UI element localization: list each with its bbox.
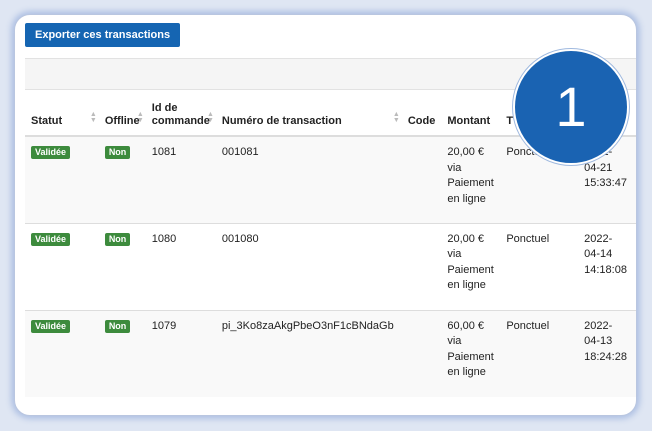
sort-icon: ▲ ▼ <box>392 111 400 124</box>
amount-value: 20,00 € <box>447 232 485 245</box>
order-id: 1081 <box>145 135 216 223</box>
column-header-code[interactable]: Code <box>401 91 442 137</box>
date-year: 2022- <box>584 232 613 245</box>
step-number-badge: 1 <box>513 49 629 165</box>
status-badge: Validée <box>31 319 71 333</box>
column-label-commande: commande <box>151 115 210 127</box>
transaction-number: 001080 <box>215 222 402 310</box>
amount-method-1: Paiement <box>447 177 494 189</box>
transaction-type: Ponctuel <box>500 309 579 397</box>
date-day: 04-14 <box>584 248 613 260</box>
transaction-type: Ponctuel <box>500 222 579 310</box>
export-transactions-button[interactable]: Exporter ces transactions <box>25 23 181 47</box>
column-label-statut: Statut <box>31 115 63 127</box>
offline-badge: Non <box>104 232 131 246</box>
amount-value: 60,00 € <box>447 319 485 332</box>
amount: 20,00 € via Paiement en ligne <box>441 135 501 223</box>
date-time: 18:24:28 <box>584 350 627 363</box>
transaction-code <box>401 222 442 310</box>
column-label-id-de: Id de <box>151 102 178 114</box>
amount-method-1: Paiement <box>447 263 494 276</box>
column-label-offline: Offline <box>104 115 140 127</box>
sort-icon: ▲ ▼ <box>89 111 97 124</box>
transaction-number: 001081 <box>215 135 402 223</box>
amount-value: 20,00 € <box>447 146 485 158</box>
offline-badge: Non <box>104 146 131 159</box>
date-year: 2022- <box>584 319 613 332</box>
column-header-montant[interactable]: Montant <box>441 91 501 137</box>
table-row: Validée Non 1080 001080 20,00 € via Paie… <box>25 222 636 310</box>
transaction-date: 2022- 04-14 14:18:08 <box>578 222 636 310</box>
date-time: 15:33:47 <box>584 177 627 189</box>
amount-method-2: en ligne <box>447 279 486 291</box>
transaction-date: 2022- 04-13 18:24:28 <box>578 309 636 397</box>
column-label-type-partial: T <box>506 115 514 127</box>
column-header-offline[interactable]: Offline ▲ ▼ <box>98 91 146 137</box>
date-day: 04-21 <box>584 161 613 174</box>
column-label-code: Code <box>407 115 436 127</box>
amount-method-2: en ligne <box>447 366 486 378</box>
transaction-code <box>401 309 442 397</box>
table-row: Validée Non 1079 pi_3Ko8zaAkgPbeO3nF1cBN… <box>25 309 636 397</box>
order-id: 1079 <box>145 309 216 397</box>
amount-method-1: Paiement <box>447 350 494 363</box>
column-label-montant: Montant <box>447 115 491 127</box>
amount-via: via <box>447 248 462 260</box>
status-badge: Validée <box>31 232 71 246</box>
transactions-card: Exporter ces transactions Statut ▲ ▼ Offl… <box>14 14 637 416</box>
status-badge: Validée <box>31 146 71 159</box>
order-id: 1080 <box>145 222 216 310</box>
column-label-numero: Numéro de transaction <box>221 115 342 127</box>
amount: 60,00 € via Paiement en ligne <box>441 309 501 397</box>
transaction-code <box>401 135 442 223</box>
sort-icon: ▲ ▼ <box>206 111 214 124</box>
amount-method-2: en ligne <box>447 192 486 205</box>
column-header-id-commande[interactable]: Id de commande ▲ ▼ <box>145 91 216 137</box>
column-header-numero-transaction[interactable]: Numéro de transaction ▲ ▼ <box>215 91 402 137</box>
date-time: 14:18:08 <box>584 263 627 276</box>
transaction-number: pi_3Ko8zaAkgPbeO3nF1cBNdaGb <box>215 309 402 397</box>
offline-badge: Non <box>104 319 131 333</box>
amount-via: via <box>447 161 462 174</box>
date-day: 04-13 <box>584 335 613 347</box>
amount: 20,00 € via Paiement en ligne <box>441 222 501 310</box>
amount-via: via <box>447 335 462 347</box>
sort-icon: ▲ ▼ <box>136 111 144 124</box>
column-header-statut[interactable]: Statut ▲ ▼ <box>25 91 99 137</box>
